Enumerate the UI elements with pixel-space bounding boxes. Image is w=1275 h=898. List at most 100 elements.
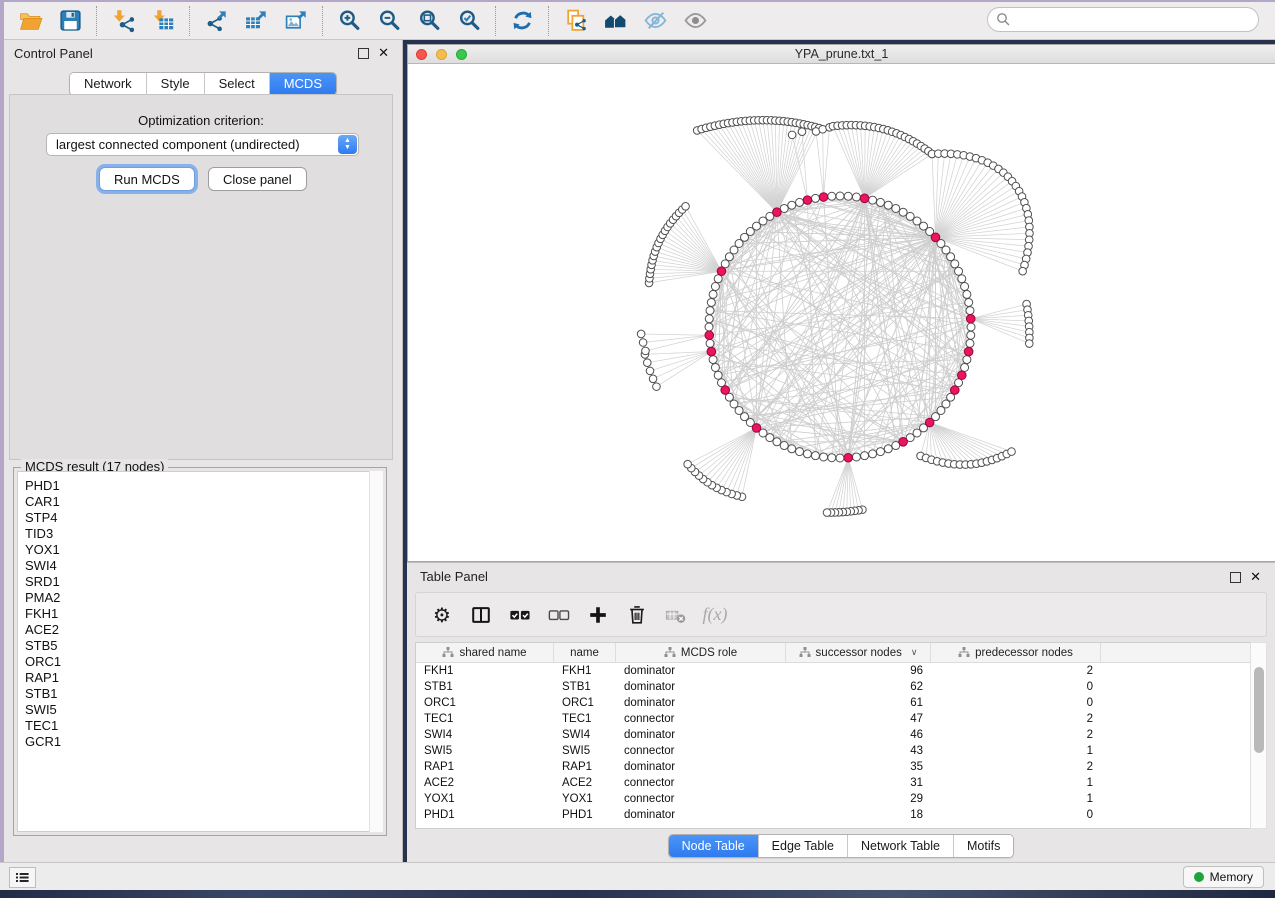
graph-hub-node[interactable] xyxy=(773,208,782,217)
tab-network-table[interactable]: Network Table xyxy=(848,835,954,857)
graph-node[interactable] xyxy=(963,356,971,364)
graph-node[interactable] xyxy=(961,283,969,291)
graph-node[interactable] xyxy=(963,290,971,298)
graph-leaf-node[interactable] xyxy=(1025,340,1033,348)
mcds-result-item[interactable]: SWI5 xyxy=(25,702,382,718)
network-canvas[interactable] xyxy=(408,64,1274,561)
column-header-successor-nodes[interactable]: successor nodes∨ xyxy=(786,643,931,662)
mcds-result-item[interactable]: TEC1 xyxy=(25,718,382,734)
graph-node[interactable] xyxy=(852,453,860,461)
optimization-select[interactable]: largest connected component (undirected)… xyxy=(46,133,359,156)
graph-node[interactable] xyxy=(788,201,796,209)
hide-selected-button[interactable] xyxy=(635,5,675,37)
delete-table-button[interactable] xyxy=(663,600,689,630)
graph-node[interactable] xyxy=(711,363,719,371)
graph-leaf-node[interactable] xyxy=(649,375,657,383)
tab-select[interactable]: Select xyxy=(205,73,270,95)
graph-leaf-node[interactable] xyxy=(646,367,654,375)
table-row[interactable]: ORC1ORC1dominator610 xyxy=(416,695,1250,711)
graph-node[interactable] xyxy=(709,356,717,364)
mcds-result-item[interactable]: PMA2 xyxy=(25,590,382,606)
graph-hub-node[interactable] xyxy=(860,194,869,203)
graph-node[interactable] xyxy=(811,452,819,460)
mcds-result-item[interactable]: YOX1 xyxy=(25,542,382,558)
zoom-out-button[interactable] xyxy=(369,5,409,37)
graph-node[interactable] xyxy=(899,208,907,216)
table-row[interactable]: FKH1FKH1dominator962 xyxy=(416,663,1250,679)
graph-node[interactable] xyxy=(967,331,975,339)
graph-leaf-node[interactable] xyxy=(653,383,661,391)
float-icon[interactable] xyxy=(1230,572,1241,583)
column-header-name[interactable]: name xyxy=(554,643,616,662)
graph-node[interactable] xyxy=(966,307,974,315)
graph-node[interactable] xyxy=(884,201,892,209)
table-scrollbar[interactable] xyxy=(1250,642,1267,829)
graph-node[interactable] xyxy=(796,448,804,456)
function-builder-button[interactable]: f(x) xyxy=(702,600,728,630)
close-panel-button[interactable]: Close panel xyxy=(208,167,307,191)
graph-node[interactable] xyxy=(709,290,717,298)
search-input[interactable] xyxy=(987,7,1259,32)
graph-node[interactable] xyxy=(711,283,719,291)
graph-hub-node[interactable] xyxy=(958,371,967,380)
graph-node[interactable] xyxy=(773,438,781,446)
close-icon[interactable]: ✕ xyxy=(1250,570,1261,584)
mcds-result-item[interactable]: ACE2 xyxy=(25,622,382,638)
graph-hub-node[interactable] xyxy=(931,233,940,242)
graph-node[interactable] xyxy=(705,323,713,331)
graph-node[interactable] xyxy=(828,192,836,200)
graph-leaf-node[interactable] xyxy=(637,330,645,338)
mcds-result-item[interactable]: SWI4 xyxy=(25,558,382,574)
graph-node[interactable] xyxy=(796,198,804,206)
tab-network[interactable]: Network xyxy=(70,73,147,95)
select-all-button[interactable] xyxy=(507,600,533,630)
graph-node[interactable] xyxy=(884,445,892,453)
graph-hub-node[interactable] xyxy=(705,331,714,340)
import-network-button[interactable] xyxy=(103,5,143,37)
graph-node[interactable] xyxy=(836,454,844,462)
graph-node[interactable] xyxy=(811,194,819,202)
table-row[interactable]: SWI4SWI4dominator462 xyxy=(416,727,1250,743)
graph-leaf-node[interactable] xyxy=(682,203,690,211)
mcds-result-item[interactable]: ORC1 xyxy=(25,654,382,670)
add-column-button[interactable] xyxy=(585,600,611,630)
result-list-scrollbar[interactable] xyxy=(369,471,383,832)
mcds-result-list[interactable]: PHD1CAR1STP4TID3YOX1SWI4SRD1PMA2FKH1ACE2… xyxy=(17,471,383,832)
network-graph[interactable] xyxy=(408,64,1274,561)
save-session-button[interactable] xyxy=(50,5,90,37)
mcds-result-item[interactable]: FKH1 xyxy=(25,606,382,622)
table-row[interactable]: TEC1TEC1connector472 xyxy=(416,711,1250,727)
run-mcds-button[interactable]: Run MCDS xyxy=(99,167,195,191)
graph-node[interactable] xyxy=(803,450,811,458)
column-header-MCDS-role[interactable]: MCDS role xyxy=(616,643,786,662)
tab-node-table[interactable]: Node Table xyxy=(669,835,759,857)
task-history-button[interactable] xyxy=(9,867,36,888)
tab-style[interactable]: Style xyxy=(147,73,205,95)
mcds-result-item[interactable]: PHD1 xyxy=(25,478,382,494)
table-row[interactable]: SWI5SWI5connector431 xyxy=(416,743,1250,759)
graph-node[interactable] xyxy=(869,450,877,458)
close-icon[interactable]: ✕ xyxy=(378,46,389,60)
mcds-result-item[interactable]: STP4 xyxy=(25,510,382,526)
graph-node[interactable] xyxy=(958,275,966,283)
graph-node[interactable] xyxy=(965,298,973,306)
column-header-predecessor-nodes[interactable]: predecessor nodes xyxy=(931,643,1101,662)
graph-node[interactable] xyxy=(852,193,860,201)
export-image-button[interactable] xyxy=(276,5,316,37)
mcds-result-item[interactable]: SRD1 xyxy=(25,574,382,590)
scrollbar-thumb[interactable] xyxy=(1254,667,1264,753)
graph-leaf-node[interactable] xyxy=(643,359,651,367)
graph-leaf-node[interactable] xyxy=(684,460,692,468)
tab-mcds[interactable]: MCDS xyxy=(270,73,336,95)
graph-node[interactable] xyxy=(706,307,714,315)
column-layout-button[interactable] xyxy=(468,600,494,630)
deselect-all-button[interactable] xyxy=(546,600,572,630)
zoom-in-button[interactable] xyxy=(329,5,369,37)
graph-node[interactable] xyxy=(820,453,828,461)
export-table-button[interactable] xyxy=(236,5,276,37)
tab-edge-table[interactable]: Edge Table xyxy=(759,835,848,857)
refresh-view-button[interactable] xyxy=(502,5,542,37)
tab-motifs[interactable]: Motifs xyxy=(954,835,1013,857)
graph-node[interactable] xyxy=(714,371,722,379)
graph-leaf-node[interactable] xyxy=(1019,267,1027,275)
